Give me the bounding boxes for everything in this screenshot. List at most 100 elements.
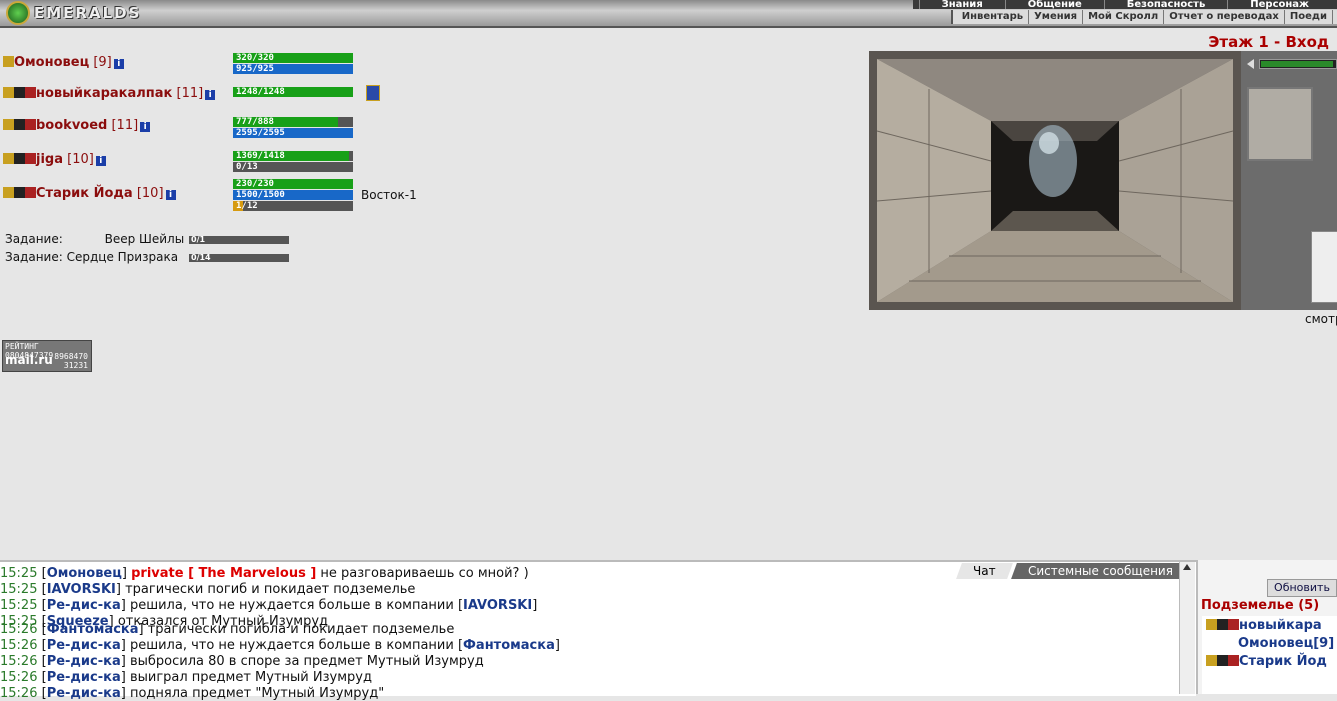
chat-user[interactable]: IAVORSKI [463,598,532,613]
member-name-row[interactable]: Омоновец [9] i [3,55,124,70]
member-name-row[interactable]: jiga [10] i [3,152,106,167]
chat-user[interactable]: Фантомаска [463,638,555,653]
chat-private-tag[interactable]: private [ The Marvelous ] [131,566,316,581]
task-progress-bar: 0/14 [189,253,289,262]
chat-time: 15:25 [0,598,38,613]
user-list-item[interactable]: Омоновец[9] [1238,636,1334,651]
compass-control[interactable] [1247,87,1313,161]
chat-time: 15:26 [0,638,38,653]
chat-text: решила, что не нуждается больше в компан… [125,598,458,613]
chat-scrollbar[interactable] [1179,562,1195,694]
chat-user[interactable]: Ре-дис-ка [47,670,121,685]
menu-knowledge[interactable]: Знания [918,0,1005,10]
yinyang-icon [14,87,25,98]
stat-bar: 1500/1500 [233,190,353,200]
minimap[interactable] [1311,231,1337,303]
yinyang-icon [14,153,25,164]
chat-user[interactable]: IAVORSKI [47,582,116,597]
dungeon-view[interactable] [869,51,1241,310]
logo[interactable]: EMERALDS [6,1,141,25]
location-title: Этаж 1 - Вход [1208,33,1329,51]
menu-security[interactable]: Безопасность [1103,0,1228,10]
crown-icon [3,153,14,164]
chat-text: выиграл предмет Мутный Изумруд [125,670,372,685]
crown-icon [3,119,14,130]
stat-bar: 2595/2595 [233,128,353,138]
info-icon[interactable]: i [165,190,176,200]
stat-bar: 1248/1248 [233,87,353,97]
corridor-illustration [869,51,1241,310]
chat-message: 15:26 [Ре-дис-ка] выбросила 80 в споре з… [0,654,484,669]
stat-bar: 0/13 [233,162,353,172]
tab-chat[interactable]: Чат [956,563,1013,579]
chat-time: 15:25 [0,566,38,581]
chat-text: трагически погиб и покидает подземелье [120,582,416,597]
menu-communication[interactable]: Общение [1004,0,1104,10]
chat-user[interactable]: Омоновец [47,566,122,581]
member-level: [10] [136,186,164,201]
chat-user[interactable]: Ре-дис-ка [47,654,121,669]
member-level: [11] [111,118,139,133]
emerald-logo-icon [6,1,30,25]
chat-user[interactable]: Ре-дис-ка [47,638,121,653]
member-name[interactable]: bookvoed [36,118,107,133]
user-list-item[interactable]: Старик Йод [1206,654,1327,669]
arrow-left-icon[interactable] [1247,59,1254,69]
clan-banner-icon[interactable] [366,85,380,101]
info-icon[interactable]: i [140,122,151,132]
menu-character[interactable]: Персонаж [1227,0,1331,10]
yinyang-icon [14,119,25,130]
look-label[interactable]: смотр [1305,312,1337,326]
member-name-row[interactable]: новыйкаракалпак [11] i [3,86,216,101]
yinyang-icon [1217,655,1228,666]
chat-user[interactable]: Ре-дис-ка [47,598,121,613]
member-name[interactable]: Старик Йода [36,186,133,201]
member-name-row[interactable]: bookvoed [11] i [3,118,151,133]
status-icon [25,119,36,130]
tab-system-messages[interactable]: Системные сообщения [1010,563,1190,579]
top-navigation-bar: EMERALDS Знания Общение Безопасность Пер… [0,0,1337,28]
member-name[interactable]: новыйкаракалпак [36,86,172,101]
chat-user[interactable]: Фантомаска [47,622,139,637]
task-row: Задание: Сердце Призрака [5,250,178,264]
member-name[interactable]: jiga [36,152,63,167]
menu-inventory[interactable]: Инвентарь [957,10,1030,24]
task-name[interactable]: Сердце Призрака [67,250,178,264]
menu-my-scroll[interactable]: Мой Скролл [1083,10,1165,24]
stat-bar-text: 1248/1248 [236,87,285,97]
rating-counter[interactable]: РЕЙТИНГ 0804847379 mail.ru 8968470 31231 [2,340,92,372]
chat-message: 15:26 [Ре-дис-ка] выиграл предмет Мутный… [0,670,372,685]
info-icon[interactable]: i [95,156,106,166]
primary-menu: Знания Общение Безопасность Персонаж [912,0,1337,10]
task-progress-text: 0/1 [191,235,206,244]
scroll-up-icon[interactable] [1183,564,1191,570]
member-name[interactable]: Омоновец [14,55,89,70]
chat-time: 15:26 [0,654,38,669]
chat-time: 15:26 [0,622,38,637]
member-name-row[interactable]: Старик Йода [10] i [3,186,176,201]
counter-numbers: 8968470 31231 [54,352,88,370]
status-icon [1228,619,1239,630]
task-name[interactable]: Веер Шейлы [105,232,185,246]
menu-transfer-report[interactable]: Отчет о переводах [1164,10,1285,24]
user-list-item[interactable]: новыйкара [1206,618,1322,633]
info-icon[interactable]: i [113,59,124,69]
crown-icon [3,56,14,67]
stat-bar: 925/925 [233,64,353,74]
menu-skills[interactable]: Умения [1029,10,1084,24]
info-icon[interactable]: i [205,90,216,100]
chat-text: не разговариваешь со мной? ) [316,566,529,581]
menu-duels[interactable]: Поеди [1285,10,1333,24]
member-level: [10] [67,152,94,167]
refresh-button[interactable]: Обновить [1267,579,1337,597]
chat-time: 15:26 [0,670,38,685]
member-level: [11] [176,86,204,101]
stat-bar-text: 2595/2595 [236,128,285,138]
chat-message: 15:26 [Ре-дис-ка] решила, что не нуждает… [0,638,560,653]
stat-bar: 320/320 [233,53,353,63]
member-location: Восток-1 [361,188,417,202]
task-progress-text: 0/14 [191,253,211,262]
counter-brand: mail.ru [5,353,53,367]
stat-bar: 1369/1418 [233,151,353,161]
chat-text: трагически погибла и покидает подземелье [143,622,455,637]
